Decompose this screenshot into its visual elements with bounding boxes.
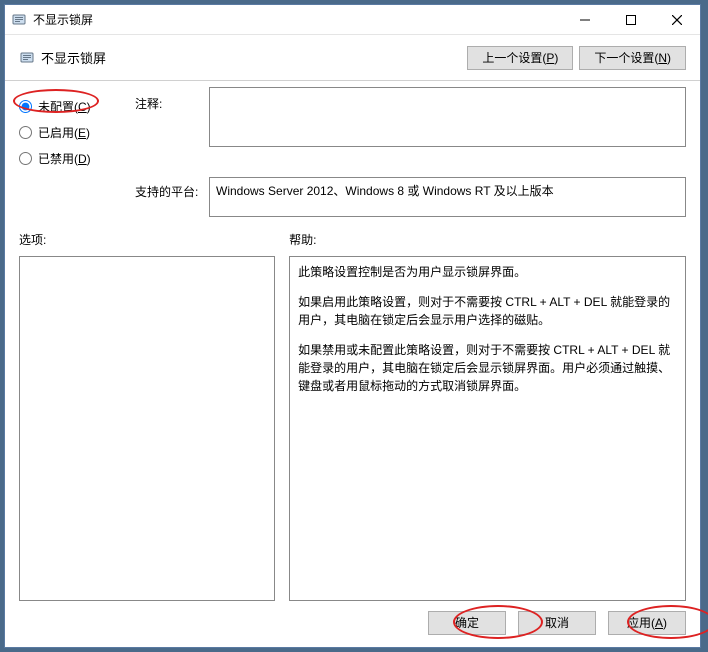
titlebar: 不显示锁屏	[5, 5, 700, 35]
help-label: 帮助:	[289, 225, 686, 256]
options-column: 选项:	[19, 225, 275, 601]
window-title: 不显示锁屏	[33, 11, 93, 28]
minimize-button[interactable]	[562, 5, 608, 35]
radio-not-configured-input[interactable]	[19, 100, 32, 113]
radio-label: 已启用(E)	[38, 124, 90, 141]
cancel-button[interactable]: 取消	[518, 611, 596, 635]
apply-button[interactable]: 应用(A)	[608, 611, 686, 635]
help-paragraph: 如果启用此策略设置，则对于不需要按 CTRL + ALT + DEL 就能登录的…	[298, 293, 677, 329]
help-paragraph: 如果禁用或未配置此策略设置，则对于不需要按 CTRL + ALT + DEL 就…	[298, 341, 677, 395]
comment-input[interactable]	[209, 87, 686, 147]
help-box: 此策略设置控制是否为用户显示锁屏界面。如果启用此策略设置，则对于不需要按 CTR…	[289, 256, 686, 601]
dialog-window: 不显示锁屏 不显示锁屏 上一个设置(P) 下一个设置(N)	[4, 4, 701, 648]
radio-not-configured[interactable]: 未配置(C)	[19, 93, 135, 119]
config-row: 未配置(C) 已启用(E) 已禁用(D) 注释:	[5, 81, 700, 171]
radio-enabled-input[interactable]	[19, 126, 32, 139]
policy-icon	[11, 12, 27, 28]
radio-label: 已禁用(D)	[38, 150, 91, 167]
options-label: 选项:	[19, 225, 275, 256]
radio-group: 未配置(C) 已启用(E) 已禁用(D)	[19, 87, 135, 171]
help-column: 帮助: 此策略设置控制是否为用户显示锁屏界面。如果启用此策略设置，则对于不需要按…	[289, 225, 686, 601]
platform-value: Windows Server 2012、Windows 8 或 Windows …	[209, 177, 686, 217]
platform-label: 支持的平台:	[19, 177, 209, 200]
help-paragraph: 此策略设置控制是否为用户显示锁屏界面。	[298, 263, 677, 281]
policy-icon	[19, 50, 35, 66]
lower-panes: 选项: 帮助: 此策略设置控制是否为用户显示锁屏界面。如果启用此策略设置，则对于…	[5, 225, 700, 601]
radio-disabled-input[interactable]	[19, 152, 32, 165]
platform-row: 支持的平台: Windows Server 2012、Windows 8 或 W…	[5, 171, 700, 225]
comment-label: 注释:	[135, 87, 209, 171]
close-button[interactable]	[654, 5, 700, 35]
ok-button[interactable]: 确定	[428, 611, 506, 635]
radio-enabled[interactable]: 已启用(E)	[19, 119, 135, 145]
radio-disabled[interactable]: 已禁用(D)	[19, 145, 135, 171]
radio-label: 未配置(C)	[38, 98, 91, 115]
options-box	[19, 256, 275, 601]
next-setting-button[interactable]: 下一个设置(N)	[579, 46, 686, 70]
maximize-button[interactable]	[608, 5, 654, 35]
previous-setting-button[interactable]: 上一个设置(P)	[467, 46, 573, 70]
footer: 确定 取消 应用(A)	[5, 601, 700, 647]
subheader: 不显示锁屏 上一个设置(P) 下一个设置(N)	[5, 35, 700, 81]
policy-title: 不显示锁屏	[41, 48, 106, 67]
